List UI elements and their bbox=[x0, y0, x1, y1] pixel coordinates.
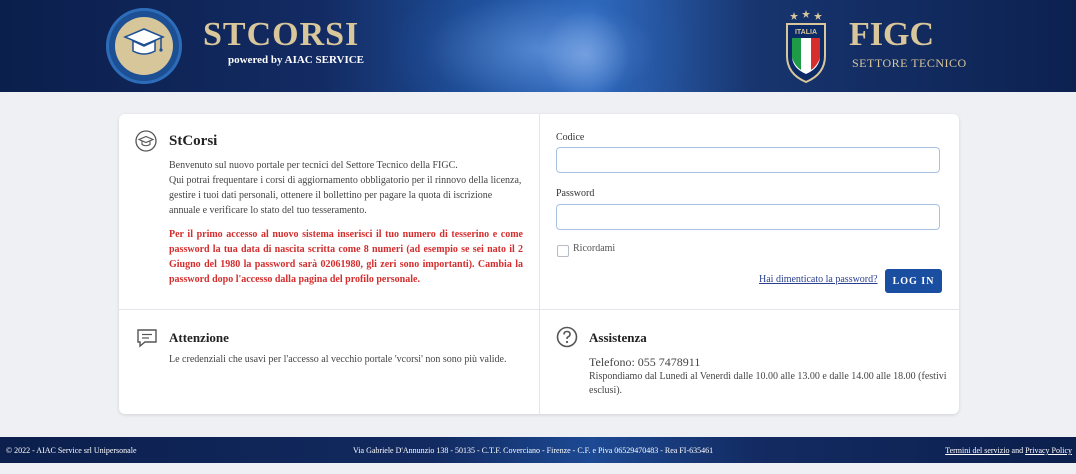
remember-label[interactable]: Ricordami bbox=[573, 243, 615, 254]
intro-text: Benvenuto sul nuovo portale per tecnici … bbox=[169, 158, 523, 218]
brand-title: STCORSI bbox=[203, 16, 360, 53]
horizontal-divider bbox=[119, 309, 959, 310]
intro-line-1: Benvenuto sul nuovo portale per tecnici … bbox=[169, 160, 458, 171]
figc-shield-icon: ITALIA bbox=[786, 10, 826, 84]
password-input[interactable] bbox=[556, 204, 940, 230]
code-input[interactable] bbox=[556, 147, 940, 173]
vertical-divider bbox=[539, 114, 540, 414]
banner-photo-highlight bbox=[540, 10, 630, 92]
footer-copyright: © 2022 - AIAC Service srl Unipersonale bbox=[6, 446, 137, 455]
privacy-link[interactable]: Privacy Policy bbox=[1025, 446, 1072, 455]
footer: © 2022 - AIAC Service srl Unipersonale V… bbox=[0, 437, 1076, 463]
brand-subtitle: powered by AIAC SERVICE bbox=[228, 54, 365, 66]
support-hours: Rispondiamo dal Lunedì al Venerdì dalle … bbox=[589, 371, 947, 396]
code-label: Codice bbox=[556, 132, 585, 143]
figc-title: FIGC bbox=[849, 16, 934, 53]
footer-links: Termini del servizio and Privacy Policy bbox=[945, 446, 1072, 455]
forgot-password-link[interactable]: Hai dimenticato la password? bbox=[759, 274, 878, 285]
header-banner: STCORSI powered by AIAC SERVICE ITALIA F… bbox=[0, 0, 1076, 92]
help-icon bbox=[556, 326, 578, 348]
intro-title: StCorsi bbox=[169, 133, 218, 149]
terms-link[interactable]: Termini del servizio bbox=[945, 446, 1009, 455]
password-label: Password bbox=[556, 188, 595, 199]
first-access-warning: Per il primo accesso al nuovo sistema in… bbox=[169, 229, 523, 285]
support-title: Assistenza bbox=[589, 330, 647, 345]
graduation-cap-icon bbox=[135, 130, 157, 152]
graduation-cap-icon bbox=[123, 28, 165, 55]
figc-subtitle: SETTORE TECNICO bbox=[852, 56, 967, 70]
main-card: StCorsi Benvenuto sul nuovo portale per … bbox=[119, 114, 959, 414]
remember-checkbox[interactable] bbox=[557, 245, 569, 257]
login-button[interactable]: LOG IN bbox=[885, 269, 942, 293]
attention-text: Le credenziali che usavi per l'accesso a… bbox=[169, 354, 507, 365]
footer-address: Via Gabriele D'Annunzio 138 - 50135 - C.… bbox=[353, 446, 714, 455]
stcorsi-logo-icon bbox=[106, 8, 182, 84]
intro-line-2: Qui potrai frequentare i corsi di aggior… bbox=[169, 175, 522, 216]
svg-text:ITALIA: ITALIA bbox=[795, 29, 817, 36]
page-bottom bbox=[0, 463, 1076, 474]
support-phone: Telefono: 055 7478911 bbox=[589, 355, 701, 369]
message-icon bbox=[137, 329, 157, 348]
attention-title: Attenzione bbox=[169, 330, 229, 345]
